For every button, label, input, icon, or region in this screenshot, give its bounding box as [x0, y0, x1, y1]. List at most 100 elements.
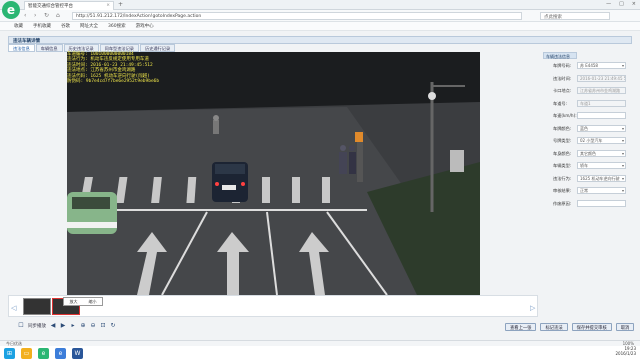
field-label: 作废原因:	[553, 200, 572, 206]
chevron-down-icon[interactable]: ▾	[622, 126, 624, 131]
browser-logo-icon: e	[2, 1, 20, 19]
favorite-item[interactable]: 网址大全	[80, 23, 98, 29]
field-input: 江苏省苏州市金鸡湖路	[577, 87, 626, 94]
word-icon[interactable]: W	[72, 347, 83, 359]
field-value: 02 小型汽车	[580, 138, 603, 143]
close-tab-icon[interactable]: ×	[106, 3, 110, 8]
folder-icon[interactable]: ▭	[21, 347, 32, 359]
field-value: 苏 E4458	[580, 63, 598, 68]
prev-arrow-icon[interactable]: ◁	[11, 304, 16, 312]
favorite-item[interactable]: 谷歌	[61, 23, 70, 29]
system-clock: 19:23 2016/1/23	[615, 346, 636, 356]
field-select[interactable]: 1625 机动车逆向行驶 ▾	[577, 174, 626, 182]
violation-photo[interactable]	[67, 52, 480, 295]
favorite-item[interactable]: 360搜索	[108, 23, 126, 29]
action-button-0[interactable]: 查看上一张	[505, 323, 537, 331]
forward-icon[interactable]: ›	[34, 12, 36, 19]
field-label: 车速(km/h):	[553, 113, 577, 118]
next-arrow-icon[interactable]: ▷	[530, 304, 535, 312]
chevron-down-icon[interactable]: ▾	[622, 176, 624, 181]
new-tab-icon[interactable]: +	[118, 1, 123, 8]
rewind-icon[interactable]: ◀	[50, 323, 56, 329]
window-controls: — □ ×	[606, 1, 636, 7]
zoom-out-menu-item[interactable]: 缩小	[89, 299, 97, 305]
field-select[interactable]: 苏 E4458 ▾	[577, 62, 626, 69]
field-label: 卡口地点:	[553, 88, 572, 93]
field-label: 违法行为:	[553, 175, 572, 181]
favorite-item[interactable]: 手机收藏	[33, 23, 51, 29]
zoom-out-icon[interactable]: ⊖	[90, 323, 96, 329]
field-label: 审核结果:	[553, 188, 572, 193]
maximize-icon[interactable]: □	[619, 1, 624, 7]
chevron-down-icon[interactable]: ▾	[622, 151, 624, 156]
field-label: 车道号:	[553, 100, 567, 106]
zoom-in-icon[interactable]: ⊕	[80, 323, 86, 329]
fit-icon[interactable]: ⊡	[100, 323, 106, 329]
rotate-icon[interactable]: ↻	[110, 323, 116, 329]
play-icon[interactable]: ▶	[60, 323, 66, 329]
search-input[interactable]: 点此搜索	[540, 12, 610, 20]
field-select[interactable]: 正常 ▾	[577, 187, 626, 194]
back-icon[interactable]: ‹	[24, 12, 26, 19]
clock-date: 2016/1/23	[615, 351, 636, 356]
subtab-2[interactable]: 历史违法记录	[63, 44, 99, 52]
field-select[interactable]: 其它颜色 ▾	[577, 149, 626, 157]
field-select[interactable]: 02 小型汽车 ▾	[577, 137, 626, 144]
field-value: 正常	[580, 188, 588, 193]
panel-title: 违法车辆详情	[8, 36, 632, 44]
field-input: 2016-01-23 21:49:45 573	[577, 74, 626, 82]
field-label: 车辆类型:	[553, 163, 572, 168]
url-input[interactable]: http://51.91.212.172/IndexAction!gotoInd…	[72, 12, 522, 20]
subtab-4[interactable]: 历史通行记录	[140, 44, 176, 52]
violation-overlay-text: 车道编号: 1001000000000184 违法行为: 机动车违反规定使用专用车…	[67, 52, 267, 84]
ie-icon[interactable]: e	[55, 347, 66, 359]
status-bar: 今日优选 100%	[0, 340, 640, 346]
subtab-bar: 违法信息 车辆信息 历史违法记录 同车型违法记录 历史通行记录	[8, 44, 176, 52]
field-value: 车道1	[580, 100, 591, 106]
close-window-icon[interactable]: ×	[632, 1, 636, 7]
zoom-in-menu-item[interactable]: 放大	[70, 299, 78, 305]
windows-start-icon[interactable]: ⊞	[4, 347, 15, 359]
traffic-scene-image	[67, 52, 480, 295]
side-panel-header: 车辆违法信息	[543, 52, 577, 59]
home-icon[interactable]: ⌂	[56, 12, 60, 19]
chevron-down-icon[interactable]: ▾	[622, 163, 624, 168]
browser-taskbar-icon[interactable]: e	[38, 347, 49, 359]
field-input[interactable]	[577, 112, 626, 119]
field-value: 江苏省苏州市金鸡湖路	[580, 88, 620, 93]
field-select[interactable]: 蓝色 ▾	[577, 124, 626, 132]
field-label: 违法时间:	[553, 75, 572, 81]
chevron-down-icon[interactable]: ▾	[622, 138, 624, 143]
browser-titlebar: 智能交通综合管控平台 × + — □ ×	[0, 0, 640, 10]
step-icon[interactable]: ▸	[70, 323, 76, 329]
checkbox-icon[interactable]: ☐	[18, 323, 24, 329]
subtab-0[interactable]: 违法信息	[8, 44, 35, 52]
favorite-item[interactable]: 游戏中心	[136, 23, 154, 29]
action-button-1[interactable]: 标记违法	[540, 323, 568, 331]
chevron-down-icon[interactable]: ▾	[622, 63, 624, 68]
refresh-icon[interactable]: ↻	[44, 12, 49, 19]
field-input: 车道1	[577, 99, 626, 107]
field-value: 2016-01-23 21:49:45 573	[580, 75, 625, 81]
field-value: 蓝色	[580, 125, 588, 131]
field-input[interactable]	[577, 199, 626, 207]
subtab-3[interactable]: 同车型违法记录	[99, 44, 139, 52]
field-label: 车牌号码:	[553, 63, 572, 68]
field-select[interactable]: 轿车 ▾	[577, 162, 626, 169]
browser-tab[interactable]: 智能交通综合管控平台 ×	[24, 1, 114, 10]
thumbnail-1[interactable]	[23, 298, 51, 315]
favorite-item[interactable]: 收藏	[14, 23, 23, 29]
action-button-2[interactable]: 保存并提交审核	[571, 323, 612, 331]
thumbnail-context-menu: 放大 缩小	[63, 297, 103, 306]
favorites-bar: 收藏 手机收藏 谷歌 网址大全 360搜索 游戏中心	[0, 22, 640, 31]
field-label: 号牌类型:	[553, 138, 572, 143]
overlay-line: 防伪码: 9b7e4cd7f7be6e2952t9eb9be6b	[67, 79, 160, 85]
minimize-icon[interactable]: —	[606, 1, 611, 7]
chevron-down-icon[interactable]: ▾	[622, 188, 624, 193]
playback-toolbar: ☐ 同步播放 ◀ ▶ ▸ ⊕ ⊖ ⊡ ↻	[18, 323, 116, 330]
sync-label: 同步播放	[28, 324, 46, 329]
field-label: 车身颜色:	[553, 150, 572, 156]
action-button-3[interactable]: 取消	[615, 323, 635, 331]
field-label: 车牌颜色:	[553, 125, 572, 131]
subtab-1[interactable]: 车辆信息	[35, 44, 63, 52]
